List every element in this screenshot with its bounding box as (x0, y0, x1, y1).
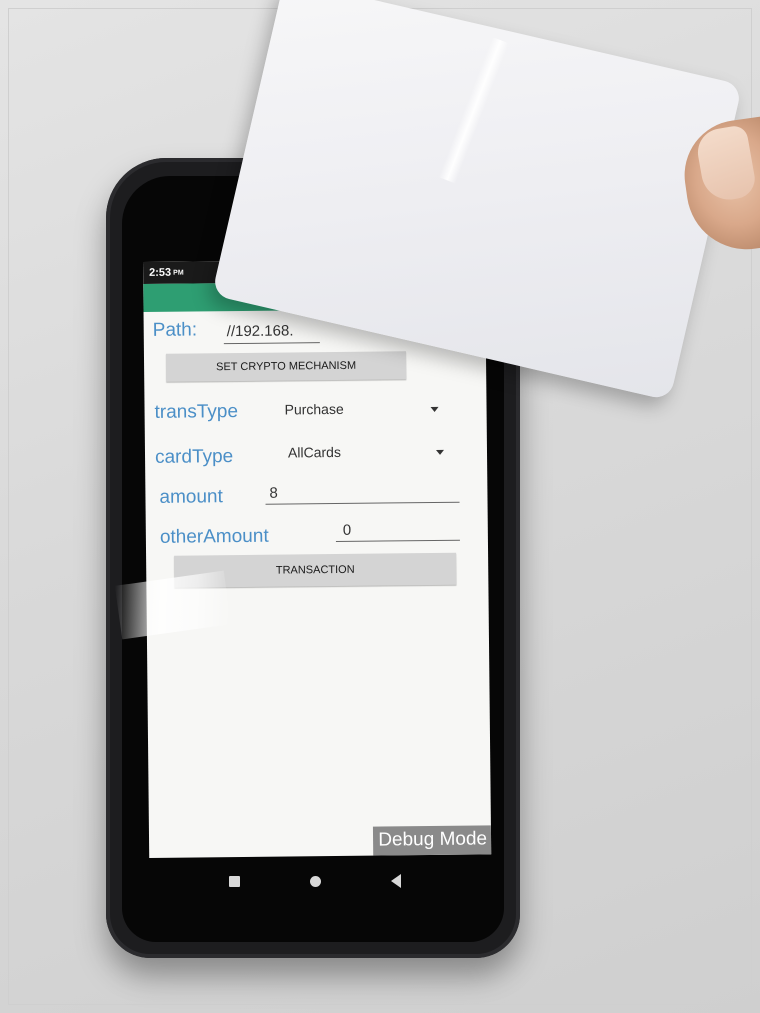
status-time: 2:53 (149, 266, 172, 279)
trans-type-value: Purchase (284, 400, 344, 418)
triangle-back-icon[interactable] (391, 874, 401, 888)
amount-label: amount (159, 486, 223, 508)
square-icon[interactable] (229, 875, 240, 887)
path-underline (223, 342, 320, 345)
app-screen: 2:53 PM Path: //192.168. SET CRYPTO MECH… (143, 258, 492, 858)
circle-icon[interactable] (310, 875, 321, 887)
other-amount-label: otherAmount (159, 525, 269, 548)
set-crypto-button[interactable]: SET CRYPTO MECHANISM (165, 351, 407, 382)
card-reflection (438, 37, 510, 184)
other-amount-underline (335, 539, 460, 542)
card-type-label: cardType (154, 446, 234, 468)
path-input[interactable]: //192.168. (227, 322, 294, 340)
trans-type-label: transType (154, 401, 239, 423)
transaction-button-label: TRANSACTION (275, 563, 355, 577)
card-type-dropdown-icon[interactable] (435, 449, 445, 455)
other-amount-input[interactable]: 0 (343, 522, 352, 539)
android-nav-bar (150, 858, 480, 904)
trans-type-dropdown-icon[interactable] (430, 406, 439, 412)
card-type-value: AllCards (287, 443, 341, 461)
debug-mode-label: Debug Mode (373, 825, 492, 856)
status-ampm: PM (173, 269, 184, 277)
set-crypto-button-label: SET CRYPTO MECHANISM (216, 359, 357, 374)
path-label: Path: (152, 319, 198, 341)
amount-input[interactable]: 8 (269, 485, 278, 502)
amount-underline (265, 501, 460, 505)
